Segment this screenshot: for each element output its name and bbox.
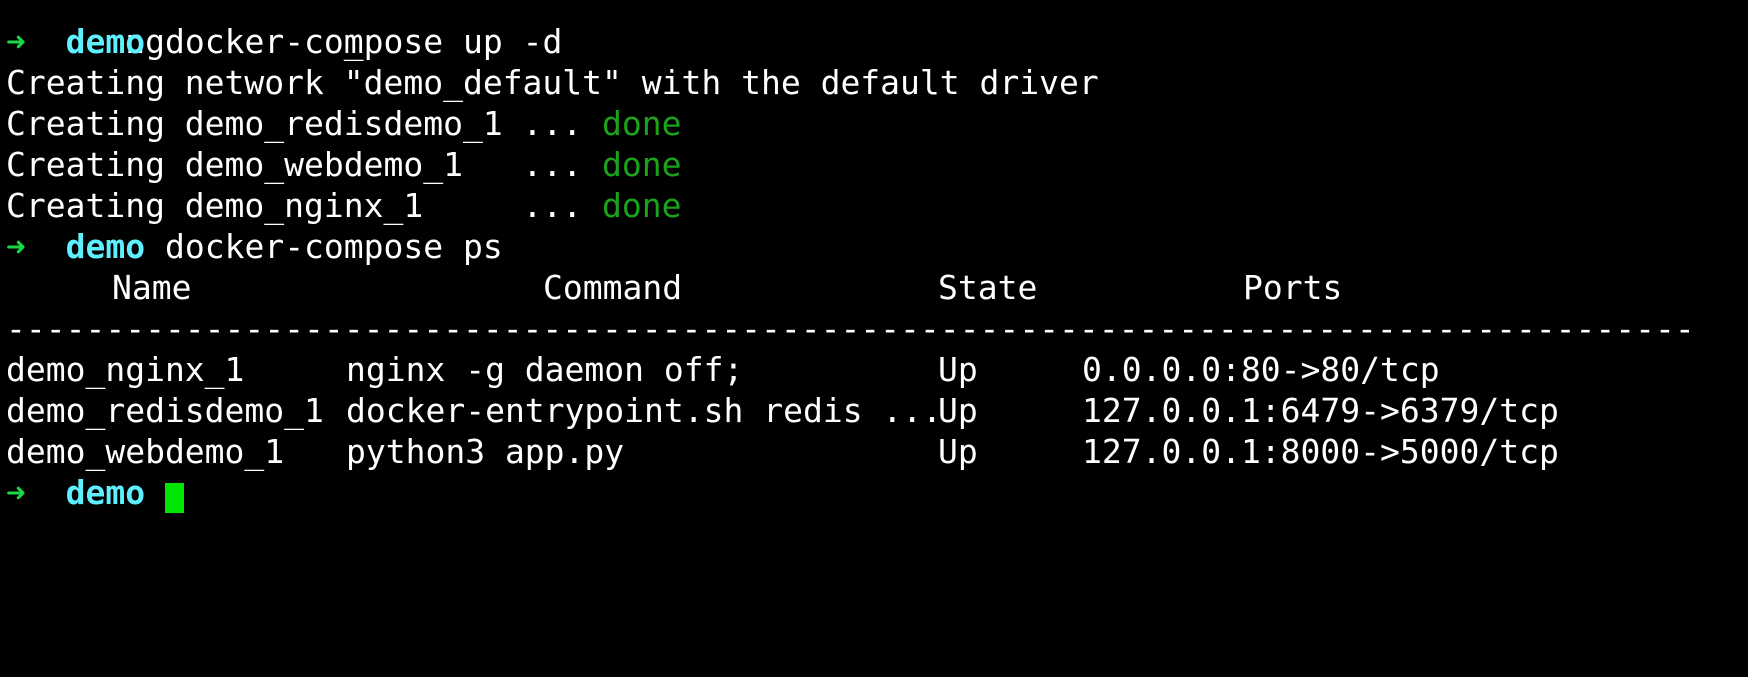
output-line: Creating demo_nginx_1 ... done [6,185,1742,226]
output-line: Creating demo_redisdemo_1 ... done [6,103,1742,144]
creating-container-text: Creating demo_webdemo_1 ... [6,145,603,184]
status-done: done [602,145,682,184]
prompt-directory: demo [65,473,146,512]
output-line: Creating network "demo_default" with the… [6,62,1742,103]
table-separator: ----------------------------------------… [6,308,1742,349]
network-creation-text: Creating network "demo_default" with the… [6,63,1099,102]
prompt-arrow-icon: ➜ [6,473,26,512]
creating-container-text: Creating demo_nginx_1 ... [6,186,603,225]
status-done: done [602,186,682,225]
row-ports: 0.0.0.0:80->80/tcp [1082,350,1440,389]
prompt-arrow-icon: ➜ [6,22,26,61]
header-ports: Ports [1243,268,1343,307]
command-text: docker-compose up -d [164,22,563,61]
terminal-cursor [164,483,184,513]
prompt-line-up: ➜ demo docker-compose up -d [6,21,1742,62]
row-command: docker-entrypoint.sh redis ... [346,391,943,430]
creating-container-text: Creating demo_redisdemo_1 ... [6,104,603,143]
table-row: demo_nginx_1 nginx -g daemon off; Up 0.0… [6,349,1742,390]
row-state: Up [938,391,978,430]
row-state: Up [938,350,978,389]
row-command: nginx -g daemon off; [346,350,744,389]
header-command: Command [543,268,683,307]
row-name: demo_webdemo_1 [6,432,285,471]
command-text: docker-compose ps [164,227,503,266]
row-ports: 127.0.0.1:6479->6379/tcp [1082,391,1559,430]
prompt-directory: demo [65,227,146,266]
terminal-window[interactable]: ng _ ➜ demo docker-compose up -d Creatin… [6,0,1742,513]
clipped-previous-line: ng _ [6,0,1742,61]
prompt-arrow-icon: ➜ [6,227,26,266]
current-prompt-line[interactable]: ➜ demo [6,472,1742,513]
prompt-line-ps: ➜ demo docker-compose ps [6,226,1742,267]
table-row: demo_webdemo_1 python3 app.py Up 127.0.0… [6,431,1742,472]
table-row: demo_redisdemo_1 docker-entrypoint.sh re… [6,390,1742,431]
header-name: Name [112,268,192,307]
status-done: done [602,104,682,143]
row-state: Up [938,432,978,471]
row-name: demo_redisdemo_1 [6,391,324,430]
row-command: python3 app.py [346,432,625,471]
prompt-directory: demo [65,22,146,61]
table-header: Name Command State Ports [6,267,1742,308]
output-line: Creating demo_webdemo_1 ... done [6,144,1742,185]
separator-dashes: ----------------------------------------… [6,309,1695,348]
header-state: State [938,268,1038,307]
row-name: demo_nginx_1 [6,350,245,389]
row-ports: 127.0.0.1:8000->5000/tcp [1082,432,1559,471]
